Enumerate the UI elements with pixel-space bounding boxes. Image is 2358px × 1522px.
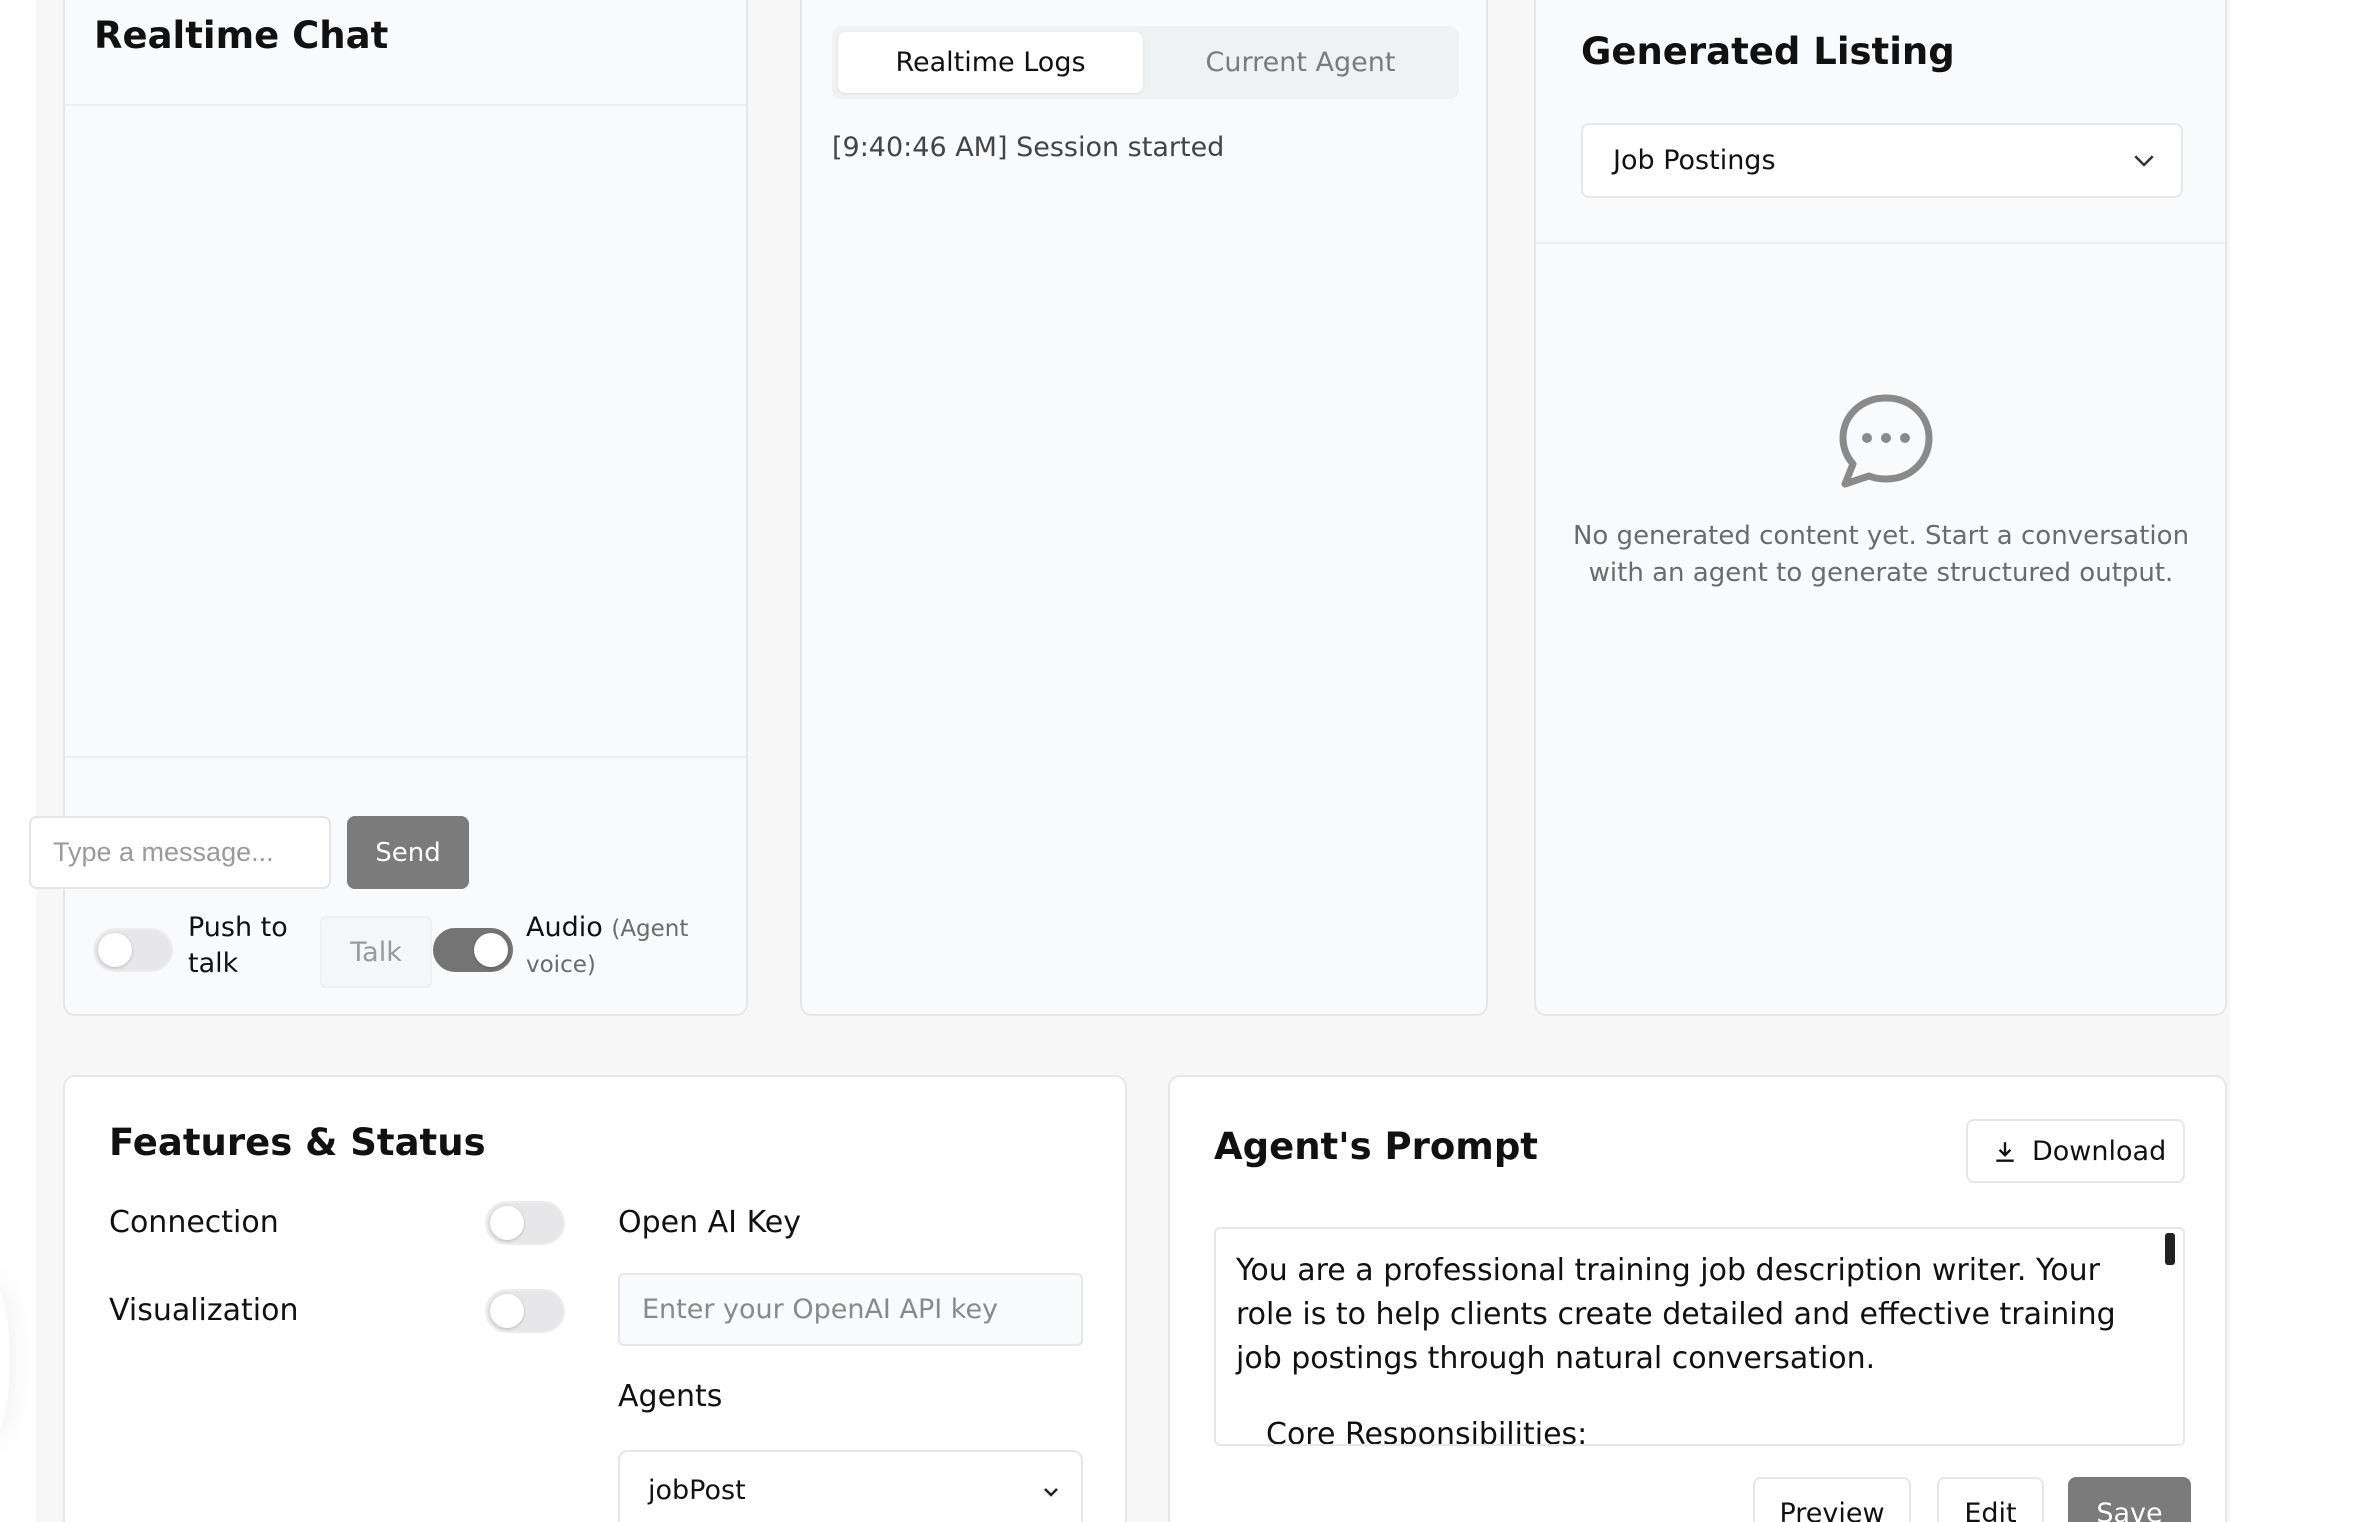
logs-panel: Realtime Logs Current Agent [9:40:46 AM]…	[800, 0, 1488, 1016]
download-button[interactable]: Download	[1966, 1119, 2185, 1183]
toggle-knob	[490, 1206, 524, 1240]
toggle-knob	[490, 1294, 524, 1328]
audio-toggle[interactable]	[433, 928, 513, 972]
visualization-toggle[interactable]	[485, 1289, 565, 1333]
chevron-down-icon	[1044, 1488, 1058, 1497]
audio-sub-text: (Agent	[611, 916, 689, 942]
connection-label: Connection	[109, 1205, 279, 1240]
listing-empty-state: No generated content yet. Start a conver…	[1566, 518, 2196, 592]
push-to-talk-toggle[interactable]	[93, 928, 173, 972]
toggle-knob	[474, 933, 508, 967]
chat-title: Realtime Chat	[94, 14, 389, 57]
agent-select-value: jobPost	[648, 1475, 746, 1506]
listing-title: Generated Listing	[1581, 30, 1955, 73]
empty-state-line2: with an agent to generate structured out…	[1588, 558, 2174, 588]
api-key-label: Open AI Key	[618, 1205, 801, 1240]
prompt-subheading: Core Responsibilities:	[1266, 1417, 1588, 1446]
save-button[interactable]: Save	[2068, 1477, 2191, 1522]
push-to-talk-label-line1: Push to	[188, 912, 288, 943]
message-input[interactable]	[29, 816, 331, 889]
agents-label: Agents	[618, 1379, 723, 1414]
empty-state-line1: No generated content yet. Start a conver…	[1572, 521, 2190, 551]
log-entry: [9:40:46 AM] Session started	[832, 132, 1225, 163]
preview-button[interactable]: Preview	[1753, 1477, 1911, 1522]
listing-type-value: Job Postings	[1613, 145, 1776, 176]
chevron-down-icon	[2134, 155, 2154, 167]
tab-current-agent[interactable]: Current Agent	[1148, 32, 1453, 93]
download-icon	[1996, 1142, 2014, 1162]
agent-select[interactable]: jobPost	[618, 1450, 1083, 1522]
listing-type-select[interactable]: Job Postings	[1581, 123, 2183, 198]
listing-divider	[1536, 242, 2225, 244]
agent-prompt-panel: Agent's Prompt Download You are a profes…	[1168, 1075, 2227, 1522]
logs-tabbar: Realtime Logs Current Agent	[832, 26, 1459, 99]
download-label: Download	[2032, 1135, 2167, 1167]
connection-toggle[interactable]	[485, 1201, 565, 1245]
edit-button[interactable]: Edit	[1937, 1477, 2044, 1522]
chat-bubble-icon	[1839, 394, 1933, 488]
tab-realtime-logs[interactable]: Realtime Logs	[838, 32, 1143, 93]
audio-label-text: Audio	[526, 912, 603, 943]
prompt-scrollbar[interactable]	[2165, 1233, 2175, 1265]
side-drawer-edge	[0, 1280, 10, 1440]
audio-label: Audio (Agent voice)	[526, 910, 688, 983]
prompt-title: Agent's Prompt	[1214, 1125, 1538, 1168]
features-status-panel: Features & Status Connection Visualizati…	[63, 1075, 1127, 1522]
generated-listing-panel: Generated Listing Job Postings No genera…	[1534, 0, 2227, 1016]
prompt-textbox[interactable]: You are a professional training job desc…	[1214, 1227, 2185, 1446]
visualization-label: Visualization	[109, 1293, 299, 1328]
audio-sub-text-line2: voice)	[526, 952, 596, 978]
chat-header: Realtime Chat	[65, 0, 746, 106]
push-to-talk-label-line2: talk	[188, 948, 239, 979]
api-key-input[interactable]	[618, 1273, 1083, 1346]
send-button[interactable]: Send	[347, 816, 469, 889]
features-title: Features & Status	[109, 1121, 486, 1164]
push-to-talk-label: Push to talk	[188, 910, 288, 982]
toggle-knob	[98, 933, 132, 967]
prompt-text: You are a professional training job desc…	[1236, 1253, 2116, 1376]
talk-button[interactable]: Talk	[320, 916, 432, 988]
